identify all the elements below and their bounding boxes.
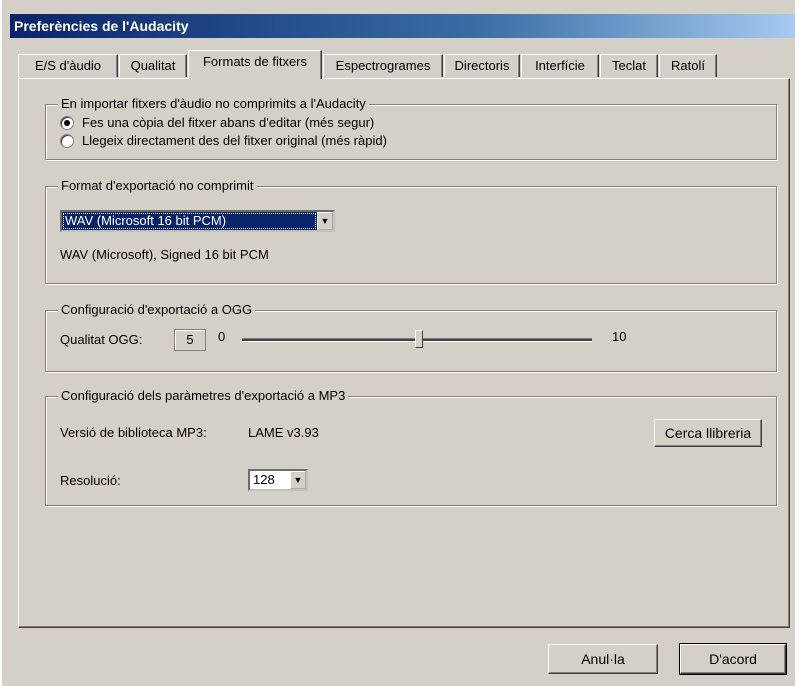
ogg-slider-max-label: 10 bbox=[612, 329, 627, 344]
window-title: Preferències de l'Audacity bbox=[14, 18, 189, 34]
ogg-group-legend: Configuració d'exportació a OGG bbox=[58, 302, 256, 317]
mp3-group-legend: Configuració dels paràmetres d'exportaci… bbox=[58, 388, 349, 403]
mp3-bitrate-select[interactable]: 128 ▼ bbox=[248, 469, 308, 491]
export-format-value: WAV (Microsoft 16 bit PCM) bbox=[62, 212, 317, 230]
cancel-button[interactable]: Anul·la bbox=[548, 644, 658, 674]
chevron-down-icon[interactable]: ▼ bbox=[317, 212, 333, 230]
tab-file-formats[interactable]: Formats de fitxers bbox=[188, 50, 322, 79]
radio-direct-row[interactable]: Llegeix directament des del fitxer origi… bbox=[60, 133, 387, 148]
export-format-group: Format d'exportació no comprimit WAV (Mi… bbox=[45, 178, 777, 284]
ogg-quality-label: Qualitat OGG: bbox=[60, 332, 143, 347]
ok-button[interactable]: D'acord bbox=[679, 643, 787, 675]
mp3-version-label: Versió de biblioteca MP3: bbox=[60, 425, 207, 440]
radio-copy-label: Fes una còpia del fitxer abans d'editar … bbox=[82, 115, 375, 130]
export-format-select[interactable]: WAV (Microsoft 16 bit PCM) ▼ bbox=[60, 210, 335, 232]
import-group-legend: En importar fitxers d'àudio no comprimit… bbox=[58, 96, 369, 111]
radio-direct-label: Llegeix directament des del fitxer origi… bbox=[82, 133, 387, 148]
ogg-slider-min-label: 0 bbox=[218, 329, 226, 344]
radio-copy-row[interactable]: Fes una còpia del fitxer abans d'editar … bbox=[60, 115, 374, 130]
mp3-version-value: LAME v3.93 bbox=[248, 425, 319, 440]
export-format-description: WAV (Microsoft), Signed 16 bit PCM bbox=[60, 247, 269, 262]
tab-keyboard[interactable]: Teclat bbox=[600, 54, 658, 77]
radio-read-direct[interactable] bbox=[60, 133, 74, 148]
export-format-legend: Format d'exportació no comprimit bbox=[58, 178, 257, 193]
find-library-button[interactable]: Cerca llibreria bbox=[654, 419, 762, 447]
title-bar: Preferències de l'Audacity bbox=[10, 14, 795, 38]
ogg-quality-slider-thumb[interactable] bbox=[415, 330, 423, 348]
tab-directories[interactable]: Directoris bbox=[444, 54, 520, 77]
ogg-group: Configuració d'exportació a OGG Qualitat… bbox=[45, 302, 777, 372]
ogg-quality-value: 5 bbox=[174, 329, 206, 351]
tab-quality[interactable]: Qualitat bbox=[119, 54, 187, 77]
preferences-dialog: Preferències de l'Audacity E/S d'àudio Q… bbox=[2, 0, 795, 686]
tab-panel-file-formats: En importar fitxers d'àudio no comprimit… bbox=[18, 78, 790, 628]
tab-interface[interactable]: Interfície bbox=[521, 54, 599, 77]
mp3-bitrate-value: 128 bbox=[253, 472, 275, 487]
tab-audio-io[interactable]: E/S d'àudio bbox=[18, 54, 118, 77]
chevron-down-icon[interactable]: ▼ bbox=[290, 471, 306, 489]
import-group: En importar fitxers d'àudio no comprimit… bbox=[45, 96, 777, 160]
mp3-bitrate-label: Resolució: bbox=[60, 473, 121, 488]
mp3-group: Configuració dels paràmetres d'exportaci… bbox=[45, 388, 777, 506]
radio-copy-file[interactable] bbox=[60, 115, 74, 130]
tab-mouse[interactable]: Ratolí bbox=[659, 54, 717, 77]
tab-spectrograms[interactable]: Espectrogrames bbox=[323, 54, 443, 77]
